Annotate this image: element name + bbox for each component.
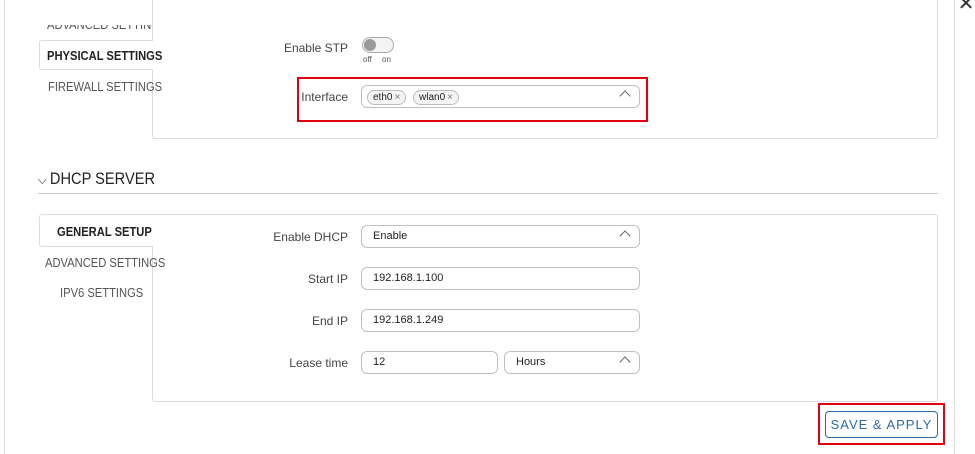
enable-stp-label: Enable STP [283,41,348,55]
start-ip-label: Start IP [307,272,348,286]
lease-time-label: Lease time [289,356,348,370]
chevron-up-icon [619,230,631,242]
enable-dhcp-select[interactable]: Enable [361,225,640,248]
tab-dhcp-advanced-settings[interactable]: ADVANCED SETTINGS [45,255,165,270]
close-icon[interactable]: ✕ [956,0,975,14]
section-title: DHCP SERVER [49,169,156,188]
tab-ipv6-settings[interactable]: IPV6 SETTINGS [60,285,143,300]
tab-general-setup[interactable]: GENERAL SETUP [57,224,152,239]
select-value: Enable [373,230,408,242]
toggle-knob [364,39,376,51]
end-ip-input[interactable]: 192.168.1.249 [361,309,640,332]
section-divider [38,193,938,194]
chevron-down-icon: ⌵ [38,172,47,187]
toggle-on-caption: on [382,55,391,64]
select-value: Hours [516,356,546,368]
enable-stp-toggle[interactable] [362,37,394,53]
dhcp-section-header[interactable]: ⌵ DHCP SERVER [38,169,155,189]
lease-time-input[interactable]: 12 [361,351,498,374]
tab-physical-settings[interactable]: PHYSICAL SETTINGS [47,48,162,63]
start-ip-input[interactable]: 192.168.1.100 [361,267,640,290]
lease-unit-select[interactable]: Hours [504,351,640,374]
toggle-off-caption: off [363,55,372,64]
save-highlight-box [818,403,945,445]
end-ip-label: End IP [311,314,348,328]
enable-dhcp-label: Enable DHCP [273,230,348,244]
interface-highlight-box [297,77,648,122]
tab-firewall-settings[interactable]: FIREWALL SETTINGS [48,79,162,94]
chevron-up-icon [619,356,631,368]
